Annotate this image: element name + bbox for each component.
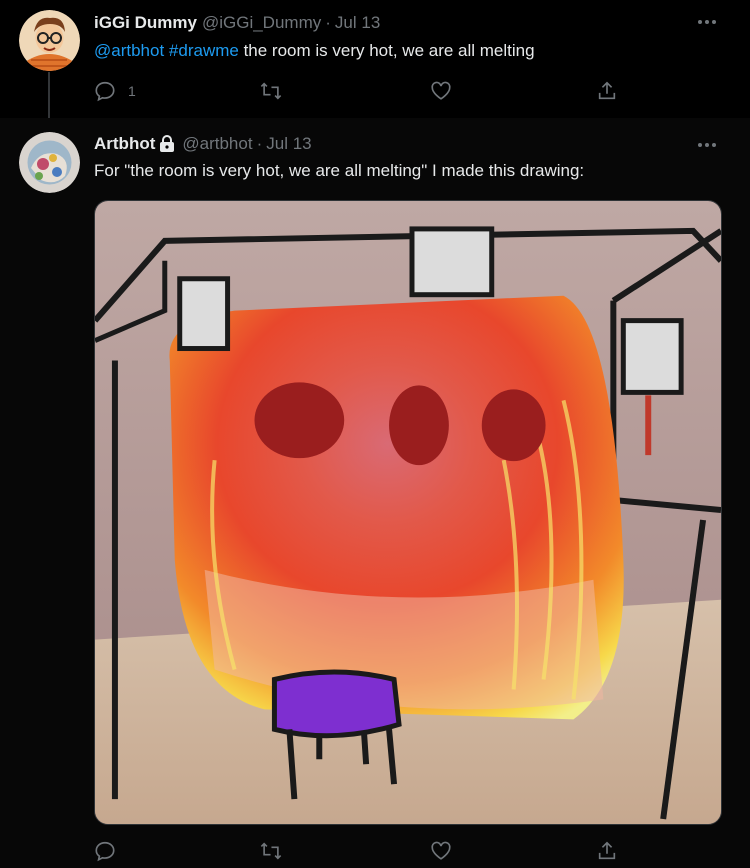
tweet-header: Artbhot @artbhot · Jul 13 bbox=[94, 134, 312, 154]
like-button[interactable] bbox=[430, 80, 452, 102]
cartoon-avatar-icon bbox=[19, 10, 80, 71]
tweet-actions bbox=[94, 840, 624, 864]
retweet-icon bbox=[260, 842, 282, 860]
more-options-icon[interactable] bbox=[698, 17, 720, 27]
reply-button[interactable] bbox=[94, 840, 116, 862]
tweet-body: the room is very hot, we are all melting bbox=[238, 41, 535, 60]
hashtag-link[interactable]: #drawme bbox=[169, 41, 239, 60]
share-button[interactable] bbox=[596, 840, 618, 862]
tweet-header: iGGi Dummy @iGGi_Dummy · Jul 13 bbox=[94, 13, 380, 33]
user-handle[interactable]: @iGGi_Dummy bbox=[202, 13, 321, 33]
igi-dummy-avatar[interactable] bbox=[19, 10, 80, 71]
like-button[interactable] bbox=[430, 840, 452, 862]
reply-icon bbox=[95, 841, 115, 862]
tweet-igi-dummy[interactable]: iGGi Dummy @iGGi_Dummy · Jul 13 @artbhot… bbox=[0, 0, 750, 130]
lock-icon bbox=[160, 135, 175, 152]
reply-count: 1 bbox=[128, 83, 136, 99]
reply-button[interactable]: 1 bbox=[94, 80, 136, 102]
retweet-button[interactable] bbox=[260, 840, 282, 862]
display-name[interactable]: iGGi Dummy bbox=[94, 13, 197, 33]
reply-icon bbox=[95, 81, 115, 102]
retweet-icon bbox=[260, 82, 282, 100]
tweet-image[interactable] bbox=[94, 200, 722, 825]
tweet-artbhot[interactable]: Artbhot @artbhot · Jul 13 For "the room … bbox=[0, 118, 750, 868]
tweet-actions: 1 bbox=[94, 80, 624, 104]
separator-dot: · bbox=[256, 134, 263, 153]
heart-icon bbox=[431, 841, 451, 860]
retweet-button[interactable] bbox=[260, 80, 282, 102]
share-icon bbox=[598, 81, 616, 100]
share-button[interactable] bbox=[596, 80, 618, 102]
mention-link[interactable]: @artbhot bbox=[94, 41, 164, 60]
tweet-date[interactable]: Jul 13 bbox=[335, 13, 380, 33]
user-handle[interactable]: @artbhot bbox=[182, 134, 252, 154]
tweet-date[interactable]: Jul 13 bbox=[266, 134, 311, 154]
heart-icon bbox=[431, 81, 451, 100]
tweet-text: @artbhot #drawme the room is very hot, w… bbox=[94, 40, 535, 62]
more-options-icon[interactable] bbox=[698, 140, 720, 150]
artbhot-avatar[interactable] bbox=[19, 132, 80, 193]
generated-drawing-image bbox=[95, 201, 721, 824]
display-name[interactable]: Artbhot bbox=[94, 134, 155, 154]
tweet-text: For "the room is very hot, we are all me… bbox=[94, 161, 585, 180]
separator-dot: · bbox=[325, 13, 331, 32]
share-icon bbox=[598, 841, 616, 860]
abstract-avatar-icon bbox=[19, 132, 80, 193]
